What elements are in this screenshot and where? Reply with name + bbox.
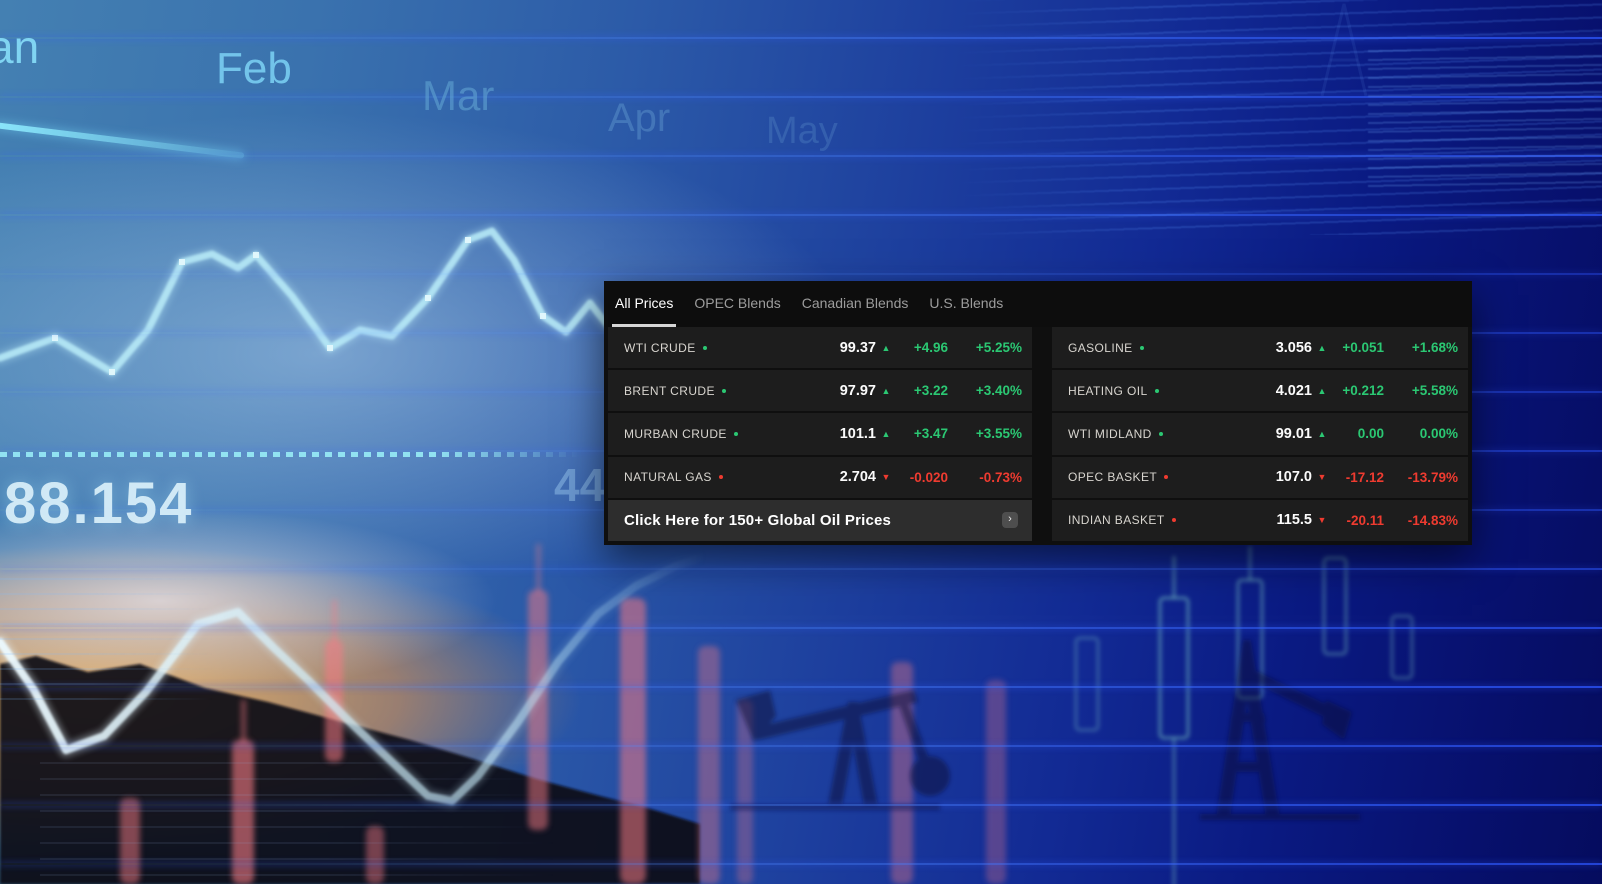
price-watermark-small: 44 <box>554 458 605 512</box>
change-value: +0.212 <box>1332 383 1384 398</box>
oil-prices-widget: All Prices OPEC Blends Canadian Blends U.S.… <box>604 281 1472 545</box>
hatch-texture-bottom-left-2 <box>40 762 560 884</box>
up-arrow-icon: ▲ <box>1312 343 1332 353</box>
arrow-right-icon[interactable]: › <box>1002 512 1018 528</box>
change-percent: +3.40% <box>960 383 1022 398</box>
up-arrow-icon: ▲ <box>1312 429 1332 439</box>
change-value: +3.22 <box>896 383 948 398</box>
commodity-label: MURBAN CRUDE <box>624 427 727 441</box>
price-value: 4.021 <box>1254 383 1312 399</box>
status-dot-icon <box>1159 432 1163 436</box>
up-arrow-icon: ▲ <box>876 386 896 396</box>
pump-jack-icon <box>730 690 950 810</box>
commodity-label: HEATING OIL <box>1068 384 1148 398</box>
status-dot-icon <box>703 346 707 350</box>
price-value: 115.5 <box>1254 512 1312 528</box>
scanline <box>0 686 1602 688</box>
price-value: 3.056 <box>1254 340 1312 356</box>
tab-opec-blends[interactable]: OPEC Blends <box>691 281 783 327</box>
down-arrow-icon: ▼ <box>1312 515 1332 525</box>
commodity-label: OPEC BASKET <box>1068 470 1157 484</box>
price-value: 107.0 <box>1254 469 1312 485</box>
price-value: 99.37 <box>818 340 876 356</box>
scanline <box>0 745 1602 747</box>
month-label-apr: Apr <box>608 96 670 141</box>
month-label-mar: Mar <box>422 72 494 120</box>
status-dot-icon <box>722 389 726 393</box>
scanline <box>0 627 1602 629</box>
up-arrow-icon: ▲ <box>876 429 896 439</box>
price-row-opec-basket[interactable]: OPEC BASKET 107.0▼-17.12 -13.79% <box>1052 457 1468 498</box>
status-dot-icon <box>719 475 723 479</box>
down-arrow-icon: ▼ <box>876 472 896 482</box>
status-dot-icon <box>734 432 738 436</box>
price-row-murban-crude[interactable]: MURBAN CRUDE 101.1▲+3.47 +3.55% <box>608 413 1032 454</box>
screen: an Feb Mar Apr May 88.154 44 All Prices OPEC … <box>0 0 1602 884</box>
price-row-wti-midland[interactable]: WTI MIDLAND 99.01▲0.00 0.00% <box>1052 413 1468 454</box>
price-row-gasoline[interactable]: GASOLINE 3.056▲+0.051 +1.68% <box>1052 327 1468 368</box>
commodity-label: GASOLINE <box>1068 341 1133 355</box>
change-percent: +5.58% <box>1396 383 1458 398</box>
oil-derrick-icon <box>1200 640 1360 820</box>
change-percent: -0.73% <box>960 470 1022 485</box>
price-column-right: GASOLINE3.056▲+0.051+1.68%HEATING OIL4.0… <box>1052 327 1468 541</box>
cyan-line-segment <box>0 122 244 159</box>
scanline <box>0 568 1602 570</box>
up-arrow-icon: ▲ <box>1312 386 1332 396</box>
price-row-wti-crude[interactable]: WTI CRUDE 99.37▲+4.96 +5.25% <box>608 327 1032 368</box>
status-dot-icon <box>1155 389 1159 393</box>
change-value: -17.12 <box>1332 470 1384 485</box>
change-percent: +1.68% <box>1396 340 1458 355</box>
hatch-texture-bottom-left <box>0 578 215 708</box>
status-dot-icon <box>1172 518 1176 522</box>
month-label-an: an <box>0 20 39 74</box>
change-percent: -13.79% <box>1396 470 1458 485</box>
change-percent: +3.55% <box>960 426 1022 441</box>
month-label-may: May <box>766 110 838 153</box>
up-arrow-icon: ▲ <box>876 343 896 353</box>
month-label-feb: Feb <box>216 44 292 94</box>
price-column-left: WTI CRUDE99.37▲+4.96+5.25%BRENT CRUDE97.… <box>608 327 1032 541</box>
commodity-label: NATURAL GAS <box>624 470 712 484</box>
change-value: 0.00 <box>1332 426 1384 441</box>
change-value: -20.11 <box>1332 513 1384 528</box>
change-percent: +5.25% <box>960 340 1022 355</box>
price-value: 101.1 <box>818 426 876 442</box>
global-oil-prices-link[interactable]: Click Here for 150+ Global Oil Prices › <box>608 500 1032 541</box>
change-value: +3.47 <box>896 426 948 441</box>
chart-line-upper <box>0 231 608 375</box>
widget-tabs: All Prices OPEC Blends Canadian Blends U.S.… <box>604 281 1472 327</box>
price-row-brent-crude[interactable]: BRENT CRUDE 97.97▲+3.22 +3.40% <box>608 370 1032 411</box>
price-row-natural-gas[interactable]: NATURAL GAS 2.704▼-0.020 -0.73% <box>608 457 1032 498</box>
scanline <box>0 273 1602 275</box>
down-arrow-icon: ▼ <box>1312 472 1332 482</box>
commodity-label: WTI CRUDE <box>624 341 696 355</box>
change-value: +4.96 <box>896 340 948 355</box>
chart-line-markers <box>52 237 546 375</box>
dotted-level-line <box>0 452 580 457</box>
hatch-texture-top-right-dense <box>1368 50 1602 190</box>
price-value: 99.01 <box>1254 426 1312 442</box>
commodity-label: BRENT CRUDE <box>624 384 715 398</box>
candlesticks-teal <box>1076 546 1412 884</box>
price-row-heating-oil[interactable]: HEATING OIL 4.021▲+0.212 +5.58% <box>1052 370 1468 411</box>
global-oil-prices-label: Click Here for 150+ Global Oil Prices <box>624 512 891 529</box>
change-value: +0.051 <box>1332 340 1384 355</box>
commodity-label: WTI MIDLAND <box>1068 427 1152 441</box>
change-value: -0.020 <box>896 470 948 485</box>
tab-canadian-blends[interactable]: Canadian Blends <box>799 281 912 327</box>
status-dot-icon <box>1140 346 1144 350</box>
price-value: 97.97 <box>818 383 876 399</box>
change-percent: -14.83% <box>1396 513 1458 528</box>
tab-u-s-blends[interactable]: U.S. Blends <box>926 281 1006 327</box>
price-row-indian-basket[interactable]: INDIAN BASKET 115.5▼-20.11 -14.83% <box>1052 500 1468 541</box>
price-value: 2.704 <box>818 469 876 485</box>
tab-all-prices[interactable]: All Prices <box>612 281 676 327</box>
status-dot-icon <box>1164 475 1168 479</box>
change-percent: 0.00% <box>1396 426 1458 441</box>
price-watermark: 88.154 <box>4 470 193 537</box>
commodity-label: INDIAN BASKET <box>1068 513 1165 527</box>
widget-body: WTI CRUDE99.37▲+4.96+5.25%BRENT CRUDE97.… <box>604 327 1472 545</box>
